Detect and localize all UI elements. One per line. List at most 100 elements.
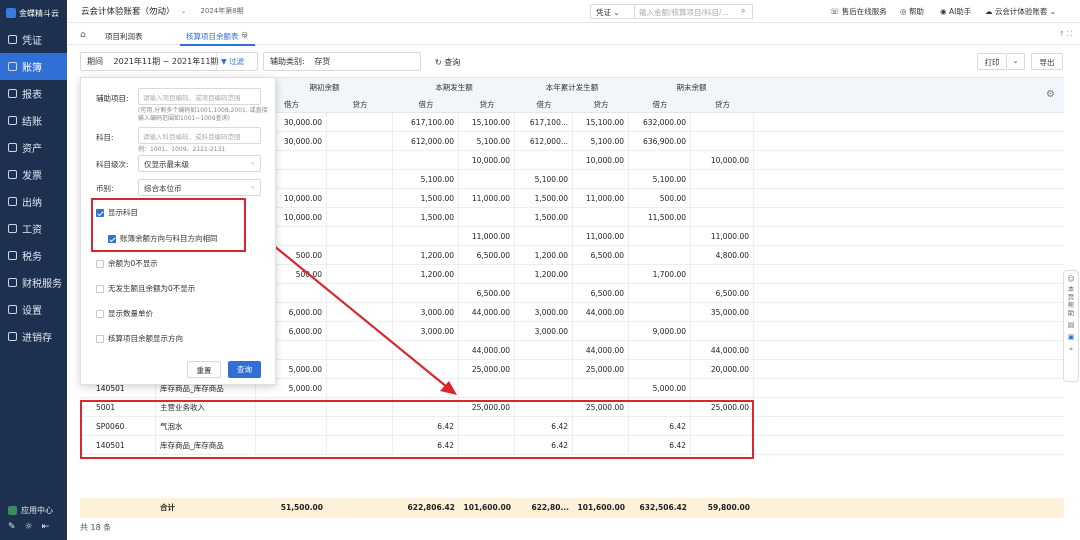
home-icon[interactable]: ⌂ (80, 30, 86, 40)
export-button[interactable]: 导出 (1031, 53, 1063, 70)
collapse-icon[interactable]: ⇤ (42, 522, 50, 532)
amount-cell (629, 360, 691, 379)
amount-cell (691, 265, 754, 284)
sidebar-item[interactable]: 税务 (0, 242, 67, 269)
unchecked-icon[interactable] (96, 284, 104, 293)
search-icon[interactable]: ⌕ (741, 6, 745, 16)
aux-category-select[interactable]: 辅助类别: 存货 (263, 52, 421, 71)
chat-icon[interactable]: ☺ (1064, 275, 1078, 283)
sidebar-item[interactable]: 进销存 (0, 323, 67, 350)
expand-icon[interactable]: » (1064, 345, 1078, 353)
unchecked-icon[interactable] (96, 334, 104, 343)
more-tabs-icon[interactable]: ⊖ (241, 30, 248, 39)
sidebar-item[interactable]: 报表 (0, 80, 67, 107)
unchecked-icon[interactable] (96, 309, 104, 318)
gift-icon[interactable]: ▣ (1064, 333, 1078, 341)
tab-label: 项目利润表 (105, 32, 143, 41)
sidebar-item[interactable]: 资产 (0, 134, 67, 161)
app-center-label: 应用中心 (21, 506, 53, 515)
sidebar-item[interactable]: 出纳 (0, 188, 67, 215)
sidebar-item[interactable]: 财税服务 (0, 269, 67, 296)
message-icon[interactable]: ▤ (1064, 321, 1078, 329)
amount-cell: 3,000.00 (515, 322, 573, 341)
option-label: 核算项目余额显示方向 (108, 334, 183, 343)
sidebar-item-label: 凭证 (22, 36, 42, 47)
subject-input[interactable]: 请输入科目编码、或科目编码范围 (138, 127, 261, 144)
period-label: 期间 (87, 57, 103, 66)
amount-cell: 1,500.00 (515, 189, 573, 208)
column-settings-icon[interactable]: ⚙ (1046, 89, 1055, 100)
tab-project-profit[interactable]: 项目利润表 (99, 29, 149, 44)
reset-button[interactable]: 重置 (187, 361, 221, 378)
level-select[interactable]: 仅显示最末级 ⌄ (138, 155, 261, 172)
amount-cell (459, 208, 515, 227)
amount-cell: 11,000.00 (691, 227, 754, 246)
option-checkbox[interactable]: 无发生额且余额为0不显示 (96, 283, 195, 294)
doc-icon (8, 116, 17, 125)
cash-icon (8, 197, 17, 206)
page-help-label[interactable]: 本页帮助 (1067, 285, 1075, 317)
user-menu[interactable]: ☁ 云会计体验账套 ⌄ (985, 6, 1056, 17)
sidebar-item[interactable]: 凭证 (0, 26, 67, 53)
tab-tools[interactable]: ↑ ⛶ (1059, 30, 1072, 39)
ai-link[interactable]: ◉ AI助手 (940, 6, 971, 17)
account-name[interactable]: 云会计体验账套（勿动） (81, 5, 175, 17)
unchecked-icon[interactable] (96, 259, 104, 268)
popover-query-button[interactable]: 查询 (228, 361, 261, 378)
filter-button[interactable]: ▼ 过滤 (216, 53, 256, 70)
amount-cell (393, 151, 459, 170)
currency-select[interactable]: 综合本位币 ⌄ (138, 179, 261, 196)
sidebar: 金蝶精斗云 凭证账簿 报表 结账 资产 发票 出纳 工资 税务 财税服务 设置 进销存 应用中心 ✎… (0, 0, 67, 540)
query-button[interactable]: ↻ 查询 (435, 57, 460, 68)
amount-cell: 1,200.00 (515, 265, 573, 284)
sidebar-item[interactable]: 账簿 (0, 53, 67, 80)
amount-cell (515, 360, 573, 379)
search-type-select[interactable]: 凭证 ⌄ (590, 4, 635, 19)
logo[interactable]: 金蝶精斗云 (0, 0, 67, 26)
aux-item-placeholder: 请输入项目编码、或项目编码范围 (143, 94, 241, 102)
chevron-down-icon[interactable]: ⌄ (181, 7, 187, 15)
amount-cell: 5,000.00 (629, 379, 691, 398)
amount-cell: 10,000.00 (459, 151, 515, 170)
report-icon (8, 89, 17, 98)
logo-icon (6, 8, 16, 18)
amount-cell (393, 341, 459, 360)
amount-cell: 44,000.00 (459, 341, 515, 360)
sidebar-item[interactable]: 工资 (0, 215, 67, 242)
floating-help-panel: ☺ 本页帮助 ▤ ▣ » (1063, 270, 1079, 382)
print-button[interactable]: 打印 (977, 53, 1007, 70)
column-group-header: 本期发生额 (435, 83, 473, 92)
sidebar-bottom: 应用中心 ✎ ☼ ⇤ (0, 505, 67, 532)
option-checkbox[interactable]: 显示数量单价 (96, 308, 153, 319)
app-center-button[interactable]: 应用中心 (0, 505, 67, 516)
amount-cell: 10,000.00 (573, 151, 629, 170)
amount-cell (459, 265, 515, 284)
print-options-button[interactable]: ⌄ (1007, 53, 1025, 70)
amount-cell (393, 379, 459, 398)
search-input[interactable]: 输入金额/核算项目/科目/... (635, 4, 753, 19)
amount-cell: 35,000.00 (691, 303, 754, 322)
amount-cell: 44,000.00 (573, 341, 629, 360)
amount-cell (629, 284, 691, 303)
search-type-value: 凭证 (596, 8, 611, 17)
edit-icon[interactable]: ✎ (8, 522, 16, 532)
option-checkbox[interactable]: 余额为0不显示 (96, 258, 158, 269)
amount-cell (691, 322, 754, 341)
amount-cell (327, 284, 393, 303)
amount-cell (327, 113, 393, 132)
sidebar-item[interactable]: 发票 (0, 161, 67, 188)
option-checkbox[interactable]: 核算项目余额显示方向 (96, 333, 183, 344)
amount-cell: 11,000.00 (573, 189, 629, 208)
theme-icon[interactable]: ☼ (25, 522, 33, 532)
amount-cell: 612,000... (515, 132, 573, 151)
aux-item-input[interactable]: 请输入项目编码、或项目编码范围 (138, 88, 261, 105)
highlight-box (91, 198, 246, 252)
sidebar-item[interactable]: 设置 (0, 296, 67, 323)
amount-cell: 1,500.00 (393, 189, 459, 208)
help-link[interactable]: ◎ 帮助 (900, 6, 924, 17)
level-label: 科目级次: (96, 160, 129, 169)
amount-cell (327, 170, 393, 189)
sidebar-item[interactable]: 结账 (0, 107, 67, 134)
service-link[interactable]: ☏ 售后在线服务 (830, 6, 887, 17)
current-period: 2024年第8期 (200, 7, 244, 15)
